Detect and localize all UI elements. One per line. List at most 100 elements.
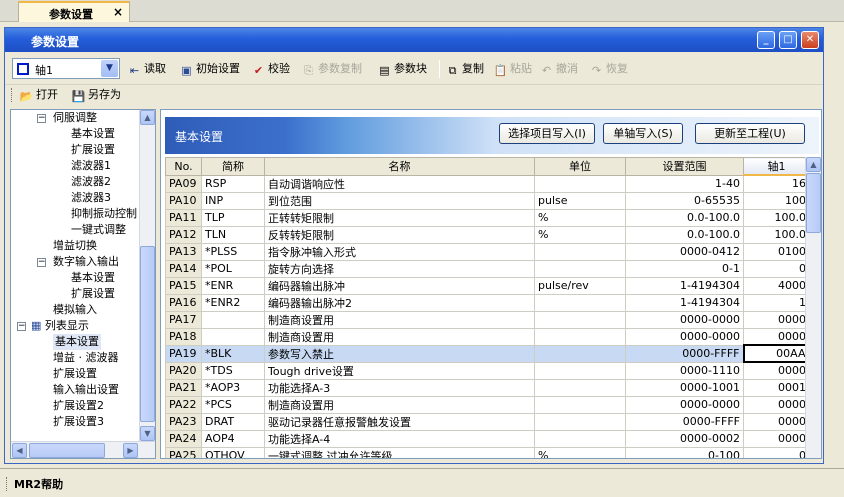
table-row[interactable]: PA09 RSP 自动调谐响应性 1-40 16 [165, 174, 810, 193]
tree-item-vibration[interactable]: 抑制振动控制 [71, 206, 137, 222]
tree-item-gain-switch[interactable]: 增益切换 [53, 238, 97, 254]
table-row[interactable]: PA11 TLP 正转转矩限制% 0.0-100.0 100.0 [165, 208, 810, 227]
table-row[interactable]: PA22 *PCS 制造商设置用 0000-0000 0000 [165, 395, 810, 414]
tab-close-icon[interactable]: × [113, 5, 123, 19]
axis-select[interactable]: 轴1 ▼ [12, 58, 120, 79]
table-row[interactable]: PA21 *AOP3 功能选择A-3 0000-1001 0001 [165, 378, 810, 397]
tree-item-list-ext2[interactable]: 扩展设置2 [53, 398, 104, 414]
open-button[interactable]: 📂 打开 [19, 86, 58, 104]
cell-axis1[interactable]: 1 [743, 293, 810, 312]
table-row[interactable]: PA17 制造商设置用 0000-0000 0000 [165, 310, 810, 329]
tree-item-list-basic[interactable]: 基本设置 [53, 334, 101, 350]
copy-button[interactable]: ⧉ 复制 [445, 60, 484, 78]
column-header-name[interactable]: 名称 [264, 157, 535, 176]
table-row[interactable]: PA15 *ENR 编码器输出脉冲 pulse/rev 1-4194304 4000 [165, 276, 810, 295]
collapse-icon[interactable]: − [37, 258, 46, 267]
column-header-axis1[interactable]: 轴1 [743, 157, 810, 176]
table-row[interactable]: PA18 制造商设置用 0000-0000 0000 [165, 327, 810, 346]
cell-axis1[interactable]: 0 [743, 259, 810, 278]
scroll-left-icon[interactable]: ◀ [12, 443, 27, 458]
cell-axis1[interactable]: 0000 [743, 310, 810, 329]
write-selected-button[interactable]: 选择项目写入(I) [499, 123, 595, 144]
cell-axis1[interactable]: 0100 [743, 242, 810, 261]
help-title[interactable]: MR2帮助 [14, 476, 63, 492]
tree-item-servo-basic[interactable]: 基本设置 [71, 126, 115, 142]
tab-parameter-settings[interactable]: 参数设置 × [18, 1, 130, 22]
toolbar-grip[interactable] [6, 477, 9, 491]
tree-item-dio[interactable]: 数字输入输出 [53, 254, 119, 270]
param-copy-button[interactable]: ⎘ 参数复制 [301, 60, 362, 78]
init-settings-button[interactable]: ▣ 初始设置 [179, 60, 240, 78]
scroll-right-icon[interactable]: ▶ [123, 443, 138, 458]
chevron-down-icon[interactable]: ▼ [101, 60, 118, 77]
cell-axis1[interactable]: 00AA [742, 344, 811, 363]
column-header-unit[interactable]: 单位 [534, 157, 626, 176]
toolbar-grip[interactable] [11, 88, 14, 102]
cell-axis1[interactable]: 4000 [743, 276, 810, 295]
cell-axis1[interactable]: 100.0 [743, 208, 810, 227]
redo-button[interactable]: ↷ 恢复 [589, 60, 628, 78]
scroll-thumb[interactable] [140, 246, 155, 422]
cell-axis1[interactable]: 0000 [743, 327, 810, 346]
tree-item-dio-basic[interactable]: 基本设置 [71, 270, 115, 286]
collapse-icon[interactable]: − [37, 114, 46, 123]
update-project-button[interactable]: 更新至工程(U) [695, 123, 805, 144]
cell-axis1[interactable]: 0000 [743, 395, 810, 414]
column-header-abbr[interactable]: 简称 [201, 157, 265, 176]
table-row[interactable]: PA10 INP 到位范围 pulse 0-65535 100 [165, 191, 810, 210]
write-axis-button[interactable]: 单轴写入(S) [603, 123, 683, 144]
tree-item-list[interactable]: ▦ 列表显示 [31, 318, 89, 334]
tree-item-list-gain[interactable]: 增益 · 滤波器 [53, 350, 119, 366]
table-row[interactable]: PA24 AOP4 功能选择A-4 0000-0002 0000 [165, 429, 810, 448]
undo-button[interactable]: ↶ 撤消 [539, 60, 578, 78]
scroll-up-icon[interactable]: ▲ [140, 110, 155, 125]
read-button[interactable]: ⇤ 读取 [127, 60, 166, 78]
scroll-down-icon[interactable]: ▼ [140, 426, 155, 441]
cell-axis1[interactable]: 0000 [743, 412, 810, 431]
tree-item-list-ext[interactable]: 扩展设置 [53, 366, 97, 382]
tree-item-dio-ext[interactable]: 扩展设置 [71, 286, 115, 302]
cell-axis1[interactable]: 100 [743, 191, 810, 210]
window-titlebar[interactable]: 参数设置 _ □ ✕ [5, 28, 823, 52]
table-row[interactable]: PA13 *PLSS 指令脉冲输入形式 0000-0412 0100 [165, 242, 810, 261]
table-vertical-scrollbar[interactable]: ▲ [805, 157, 821, 458]
cell-unit [534, 242, 626, 261]
collapse-icon[interactable]: − [17, 322, 26, 331]
tree-item-filter1[interactable]: 滤波器1 [71, 158, 111, 174]
table-row[interactable]: PA19 *BLK 参数写入禁止 0000-FFFF 00AA [165, 344, 811, 363]
tree-item-servo-ext[interactable]: 扩展设置 [71, 142, 115, 158]
scroll-thumb[interactable] [806, 173, 821, 233]
table-row[interactable]: PA25 OTHOV 一键式调整 过冲允许等级% 0-100 0 [165, 446, 810, 458]
cell-axis1[interactable]: 16 [743, 174, 810, 193]
cell-axis1[interactable]: 0 [743, 446, 810, 458]
save-as-button[interactable]: 💾 另存为 [71, 86, 121, 104]
table-row[interactable]: PA16 *ENR2 编码器输出脉冲2 1-4194304 1 [165, 293, 810, 312]
tree-horizontal-scrollbar[interactable]: ◀ ▶ [11, 441, 155, 458]
cell-axis1[interactable]: 100.0 [743, 225, 810, 244]
tree-item-servo[interactable]: 伺服调整 [53, 110, 97, 126]
maximize-button[interactable]: □ [779, 31, 797, 49]
tree-item-filter3[interactable]: 滤波器3 [71, 190, 111, 206]
minimize-button[interactable]: _ [757, 31, 775, 49]
column-header-range[interactable]: 设置范围 [625, 157, 744, 176]
tree-vertical-scrollbar[interactable]: ▲ ▼ [139, 110, 155, 442]
paste-button[interactable]: 📋 粘贴 [493, 60, 532, 78]
scroll-up-icon[interactable]: ▲ [806, 157, 821, 172]
verify-button[interactable]: ✔ 校验 [251, 60, 290, 78]
close-button[interactable]: ✕ [801, 31, 819, 49]
table-row[interactable]: PA23 DRAT 驱动记录器任意报警触发设置 0000-FFFF 0000 [165, 412, 810, 431]
cell-axis1[interactable]: 0000 [743, 429, 810, 448]
table-row[interactable]: PA14 *POL 旋转方向选择 0-1 0 [165, 259, 810, 278]
tree-item-list-io[interactable]: 输入输出设置 [53, 382, 119, 398]
tree-item-list-ext3[interactable]: 扩展设置3 [53, 414, 104, 430]
scroll-thumb[interactable] [29, 443, 105, 458]
cell-axis1[interactable]: 0000 [743, 361, 810, 380]
tree-item-filter2[interactable]: 滤波器2 [71, 174, 111, 190]
table-row[interactable]: PA12 TLN 反转转矩限制% 0.0-100.0 100.0 [165, 225, 810, 244]
table-row[interactable]: PA20 *TDS Tough drive设置 0000-1110 0000 [165, 361, 810, 380]
column-header-no[interactable]: No. [165, 157, 202, 176]
tree-item-analog[interactable]: 模拟输入 [53, 302, 97, 318]
param-block-button[interactable]: ▤ 参数块 [377, 60, 427, 78]
tree-item-onetouch[interactable]: 一键式调整 [71, 222, 126, 238]
cell-axis1[interactable]: 0001 [743, 378, 810, 397]
